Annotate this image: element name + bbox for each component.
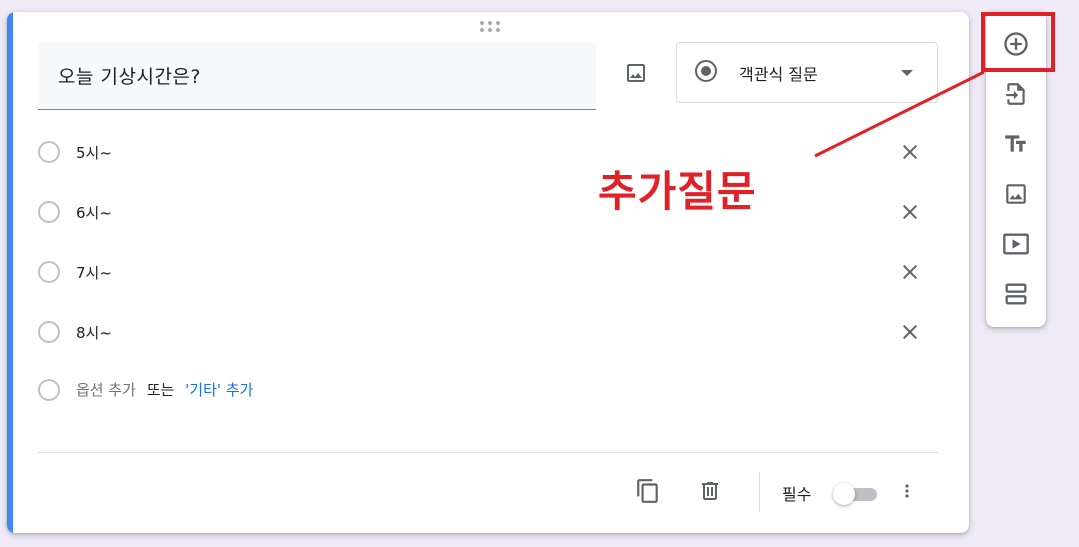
annotation-text: 추가질문 (598, 167, 757, 216)
annotation-arrow-line (814, 70, 985, 158)
